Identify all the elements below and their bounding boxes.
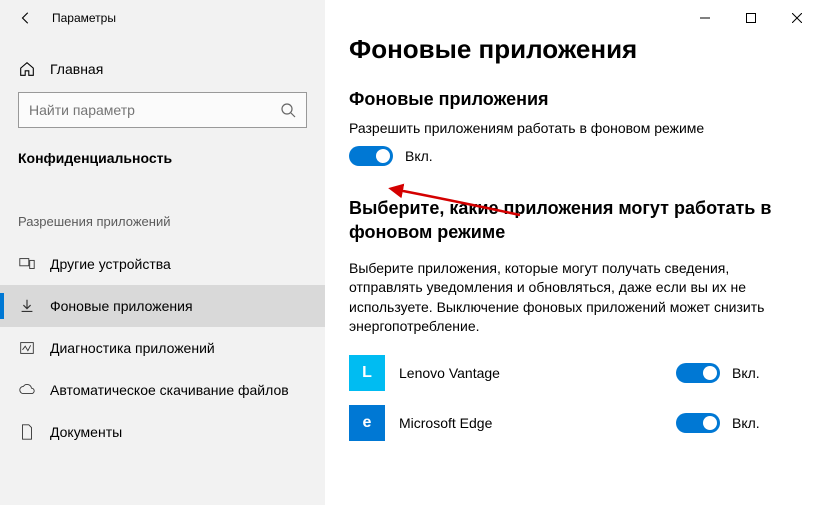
section-desc: Разрешить приложениям работать в фоновом… — [349, 120, 796, 136]
window-title: Параметры — [52, 11, 116, 25]
app-toggle[interactable] — [676, 363, 720, 383]
app-toggle-state: Вкл. — [732, 415, 760, 431]
app-toggle-state: Вкл. — [732, 365, 760, 381]
devices-icon — [18, 255, 36, 273]
app-toggle[interactable] — [676, 413, 720, 433]
close-button[interactable] — [774, 2, 820, 34]
document-icon — [18, 423, 36, 441]
app-row: L Lenovo Vantage Вкл. — [349, 355, 796, 391]
app-name: Lenovo Vantage — [399, 365, 662, 381]
sidebar-item-label: Фоновые приложения — [50, 298, 193, 314]
section2-desc: Выберите приложения, которые могут получ… — [349, 259, 769, 337]
category-heading: Конфиденциальность — [0, 150, 325, 186]
toggle-state-label: Вкл. — [405, 148, 433, 164]
section-title: Фоновые приложения — [349, 89, 796, 110]
download-icon — [18, 297, 36, 315]
page-title: Фоновые приложения — [349, 34, 796, 65]
titlebar: Параметры — [0, 0, 820, 36]
app-icon-edge: e — [349, 405, 385, 441]
sidebar-item-background-apps[interactable]: Фоновые приложения — [0, 285, 325, 327]
minimize-button[interactable] — [682, 2, 728, 34]
app-row: e Microsoft Edge Вкл. — [349, 405, 796, 441]
sidebar-item-label: Документы — [50, 424, 122, 440]
sidebar-item-documents[interactable]: Документы — [0, 411, 325, 453]
sidebar-item-label: Автоматическое скачивание файлов — [50, 382, 289, 398]
app-icon-lenovo: L — [349, 355, 385, 391]
sidebar: Главная Конфиденциальность Разрешения пр… — [0, 0, 325, 505]
master-toggle[interactable] — [349, 146, 393, 166]
sidebar-item-label: Диагностика приложений — [50, 340, 215, 356]
home-nav[interactable]: Главная — [0, 54, 325, 92]
diagnostics-icon — [18, 339, 36, 357]
home-icon — [18, 60, 36, 78]
cloud-icon — [18, 381, 36, 399]
home-label: Главная — [50, 61, 103, 77]
app-name: Microsoft Edge — [399, 415, 662, 431]
back-button[interactable] — [18, 10, 34, 26]
main-content: Фоновые приложения Фоновые приложения Ра… — [325, 0, 820, 505]
maximize-button[interactable] — [728, 2, 774, 34]
sidebar-subhead: Разрешения приложений — [0, 186, 325, 243]
sidebar-item-auto-downloads[interactable]: Автоматическое скачивание файлов — [0, 369, 325, 411]
search-box[interactable] — [18, 92, 307, 128]
search-icon — [280, 102, 296, 118]
sidebar-item-app-diagnostics[interactable]: Диагностика приложений — [0, 327, 325, 369]
sidebar-item-label: Другие устройства — [50, 256, 171, 272]
section2-title: Выберите, какие приложения могут работат… — [349, 196, 796, 245]
search-input[interactable] — [29, 102, 280, 118]
sidebar-item-other-devices[interactable]: Другие устройства — [0, 243, 325, 285]
